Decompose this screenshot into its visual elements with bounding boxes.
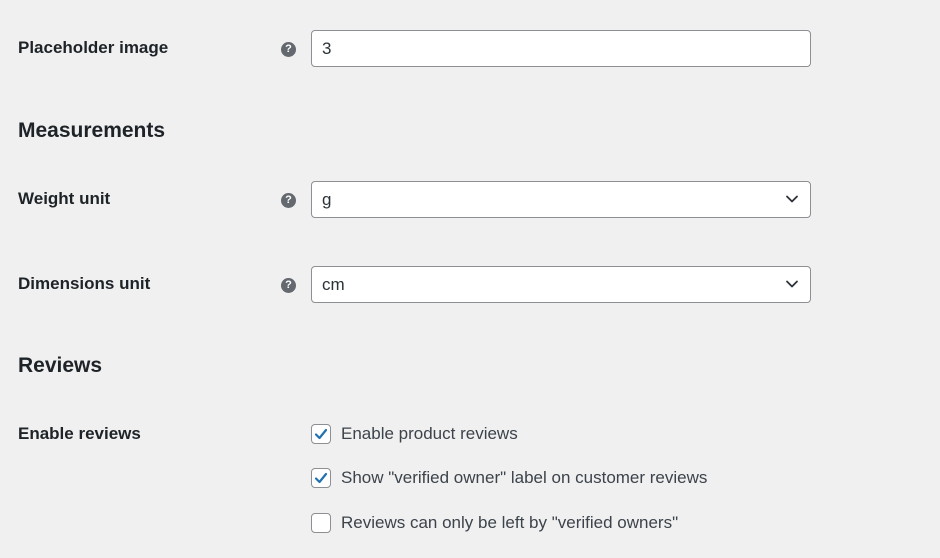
enable-product-reviews-checkbox[interactable]	[311, 424, 331, 444]
verified-owners-only-label: Reviews can only be left by "verified ow…	[341, 513, 679, 532]
reviews-section-title: Reviews	[18, 354, 103, 377]
question-mark-icon[interactable]: ?	[281, 278, 296, 293]
dimensions-unit-label: Dimensions unit	[18, 274, 151, 293]
dimensions-unit-selected-value: cm	[322, 275, 345, 294]
measurements-section-title: Measurements	[18, 119, 166, 142]
verified-owners-only-checkbox[interactable]	[311, 513, 331, 533]
placeholder-image-input[interactable]	[311, 30, 811, 67]
weight-unit-label: Weight unit	[18, 189, 111, 208]
question-mark-icon[interactable]: ?	[281, 42, 296, 57]
weight-unit-selected-value: g	[322, 190, 332, 209]
show-verified-owner-label-checkbox[interactable]	[311, 468, 331, 488]
weight-unit-select[interactable]: g	[311, 181, 811, 218]
chevron-down-icon	[786, 280, 798, 288]
enable-reviews-label: Enable reviews	[18, 424, 141, 443]
show-verified-owner-label-text: Show "verified owner" label on customer …	[341, 468, 708, 487]
enable-product-reviews-label: Enable product reviews	[341, 424, 518, 443]
chevron-down-icon	[786, 195, 798, 203]
question-mark-icon[interactable]: ?	[281, 193, 296, 208]
dimensions-unit-select[interactable]: cm	[311, 266, 811, 303]
placeholder-image-label: Placeholder image	[18, 38, 169, 57]
checkmark-icon	[314, 472, 328, 484]
checkmark-icon	[314, 428, 328, 440]
